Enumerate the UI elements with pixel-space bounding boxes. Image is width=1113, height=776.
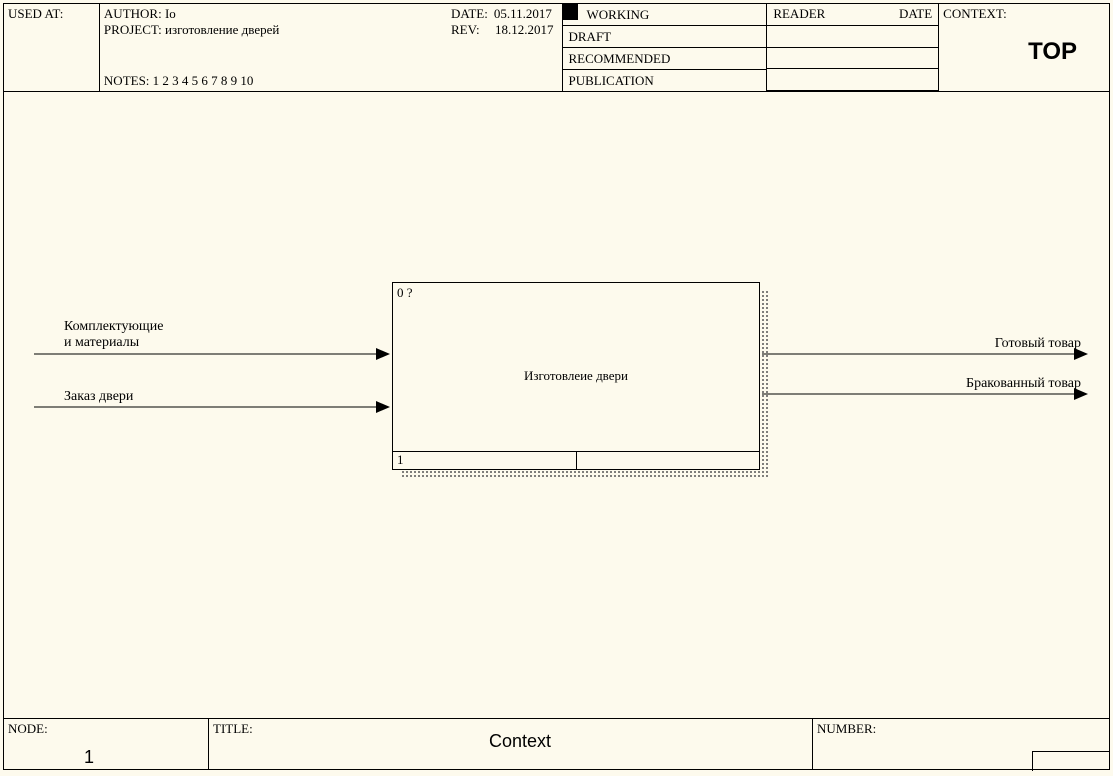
reader-date-label: DATE [899,6,932,22]
diagram-canvas: 0 ? Изготовлеие двери 1 Комплекту [4,92,1109,719]
notes-label: NOTES: [104,73,150,88]
input1-label: Комплектующиеи материалы [64,319,163,351]
input2-label: Заказ двери [64,389,133,405]
notes-numbers: 1 2 3 4 5 6 7 8 9 10 [153,73,254,88]
title-label: TITLE: [213,721,253,736]
number-cell: NUMBER: [813,719,1109,770]
working-marker-icon [562,3,578,20]
usedat-cell: USED AT: [4,4,100,91]
output1-label: Готовый товар [995,336,1081,352]
node-cell: NODE: 1 [4,719,209,770]
title-value: Context [489,731,551,752]
header-row: USED AT: AUTHOR: Io PROJECT: изготовлени… [4,4,1109,92]
output2-label: Бракованный товар [966,376,1081,392]
reader-label: READER [773,6,825,22]
title-cell: TITLE: Context [209,719,813,770]
idef0-frame: USED AT: AUTHOR: Io PROJECT: изготовлени… [3,3,1110,770]
node-value: 1 [84,747,94,768]
arrows-layer [4,92,1109,719]
context-cell: CONTEXT: TOP [939,4,1109,91]
project-value: изготовление дверей [165,22,279,37]
number-label: NUMBER: [817,721,876,736]
status-recommended: RECOMMENDED [569,51,671,67]
node-label: NODE: [8,721,48,736]
date-value: 05.11.2017 [494,6,552,22]
rev-label: REV: [451,22,489,38]
author-cell: AUTHOR: Io PROJECT: изготовление дверей … [100,4,563,91]
status-publication: PUBLICATION [569,73,654,89]
project-label: PROJECT: [104,22,162,38]
rev-value: 18.12.2017 [495,22,554,38]
footer-row: NODE: 1 TITLE: Context NUMBER: [4,719,1109,770]
context-value: TOP [1028,38,1077,66]
status-working: WORKING [587,7,650,23]
number-tab [1032,751,1110,771]
author-value: Io [165,6,176,21]
status-cell: WORKING DRAFT RECOMMENDED PUBLICATION [563,4,768,91]
reader-cell: READER DATE [767,4,939,91]
date-label: DATE: [451,6,488,22]
status-draft: DRAFT [569,29,612,45]
author-label: AUTHOR: [104,6,162,22]
context-label: CONTEXT: [943,6,1007,21]
usedat-label: USED AT: [8,6,63,21]
